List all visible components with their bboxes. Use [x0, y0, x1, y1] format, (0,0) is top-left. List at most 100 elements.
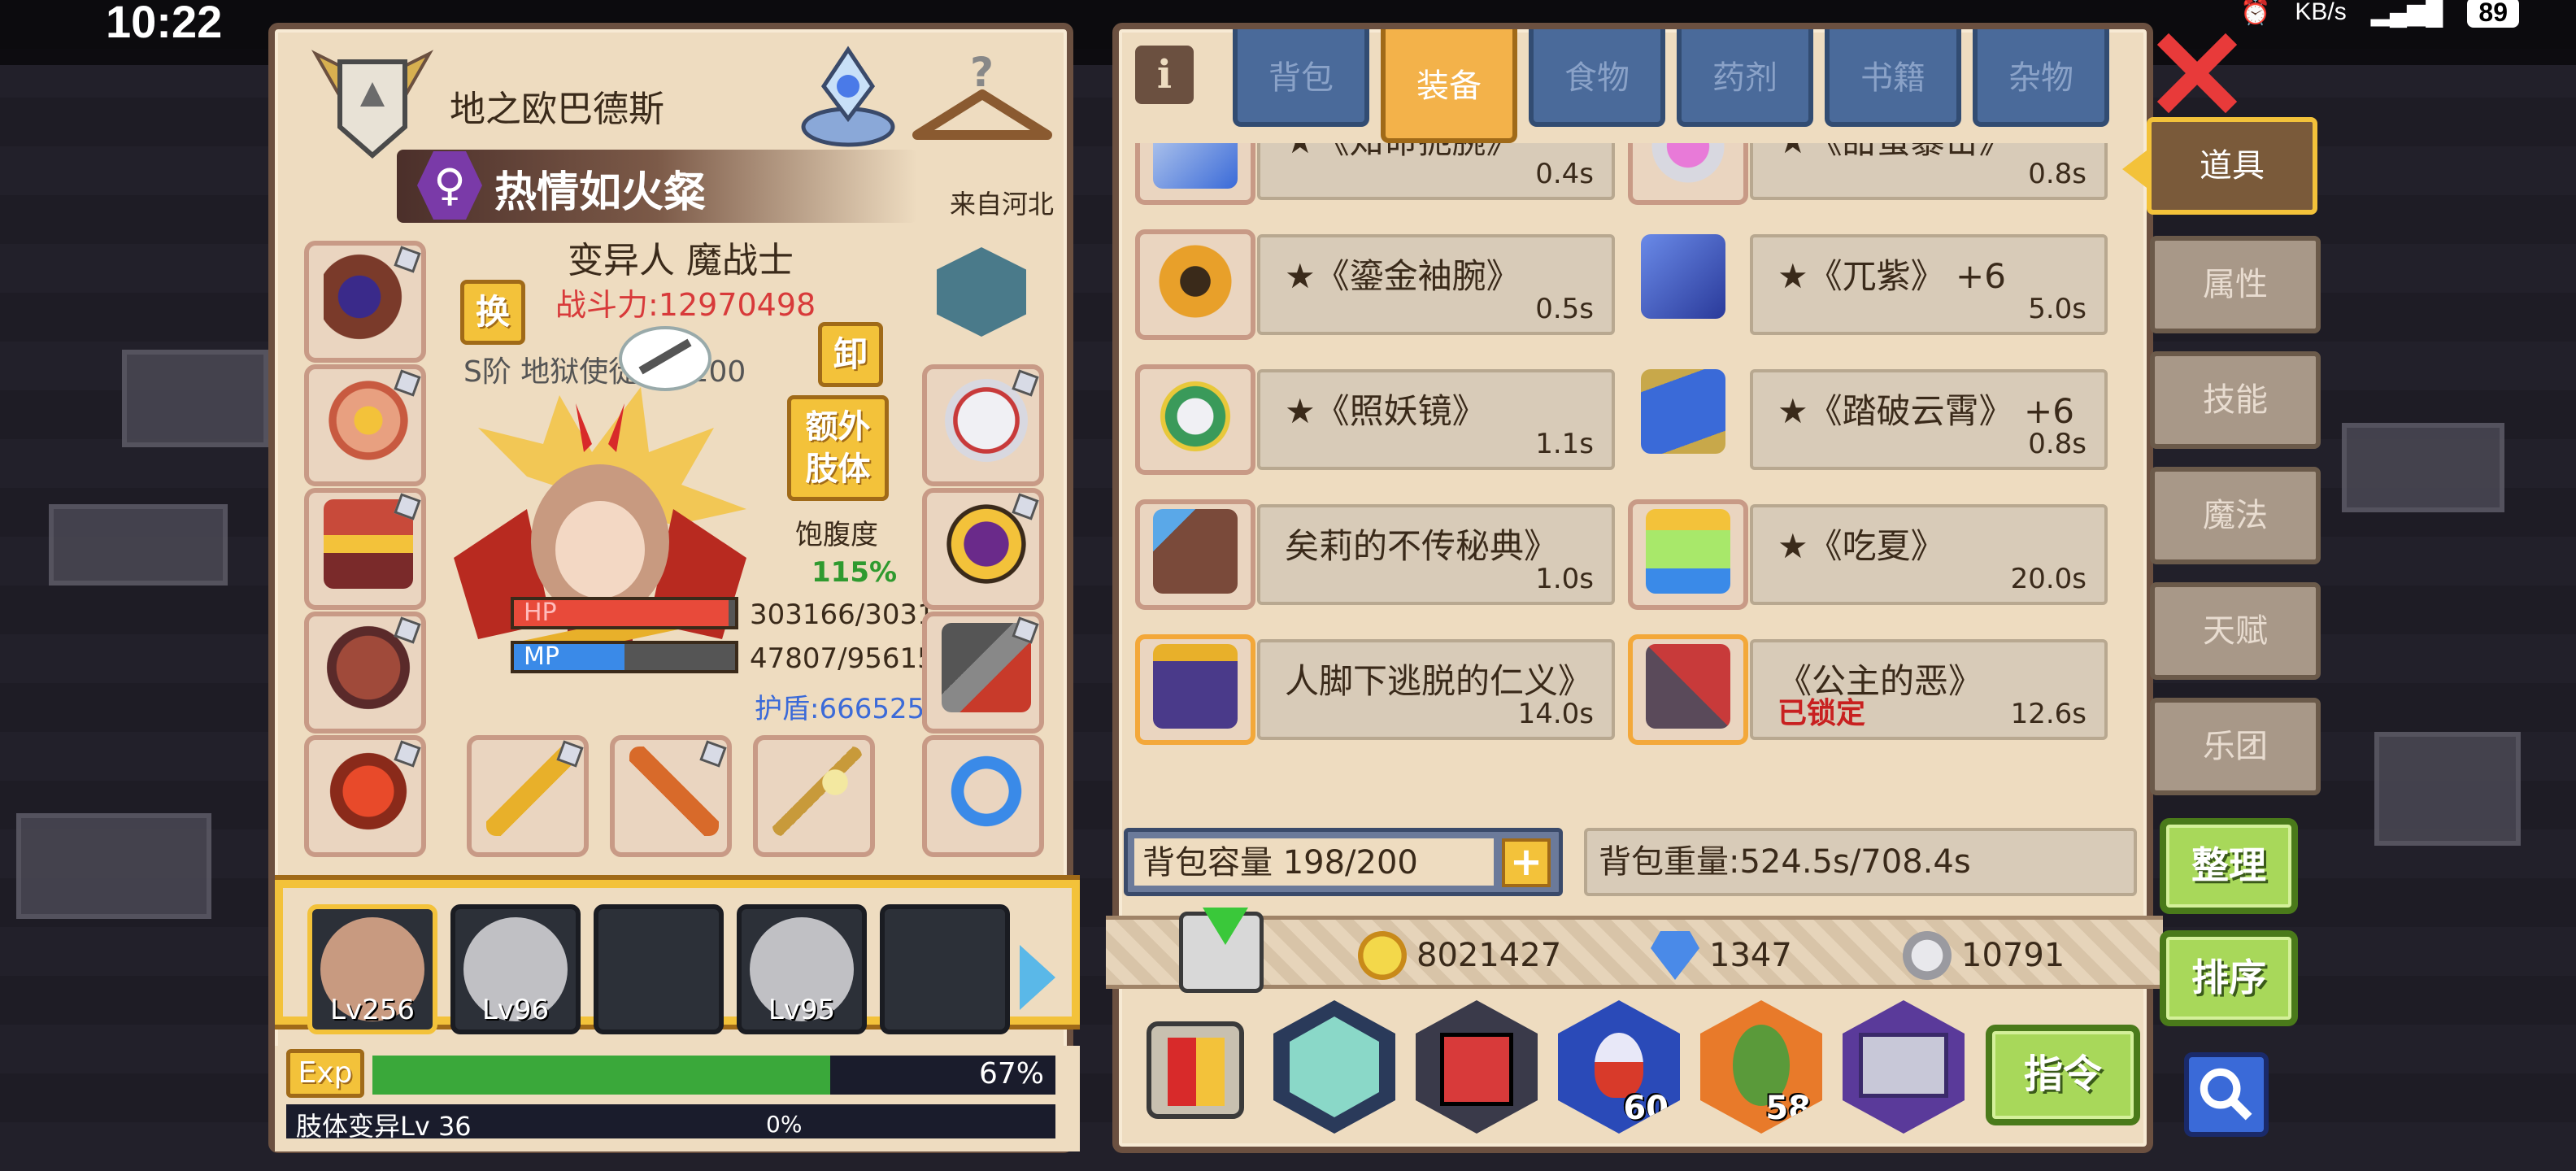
- sort-button[interactable]: 排序: [2160, 930, 2298, 1026]
- item-slot: [1628, 143, 1748, 205]
- crystal-icon[interactable]: [795, 37, 901, 151]
- combat-power: 战斗力:12970498: [555, 287, 816, 323]
- mutation-label: 肢体变异Lv 36: [296, 1111, 472, 1142]
- hotbar-gourd[interactable]: 58: [1700, 1000, 1822, 1134]
- item-slot: [1135, 364, 1255, 475]
- equip-slot-boots[interactable]: [304, 735, 426, 857]
- exp-percent: 67%: [978, 1057, 1044, 1090]
- party-member-5[interactable]: [880, 904, 1010, 1034]
- character-title: 热情如火粲: [494, 168, 707, 217]
- list-item[interactable]: ★《照妖镜》 1.1s: [1135, 356, 1619, 478]
- party-next-arrow-icon[interactable]: [1020, 945, 1055, 1010]
- download-icon[interactable]: [1179, 908, 1264, 993]
- item-info: ★《知命扼腕》 0.4s: [1257, 143, 1615, 200]
- list-item[interactable]: 《公主的恶》 12.6s 已锁定: [1628, 626, 2112, 748]
- list-item[interactable]: ★《吃夏》 20.0s: [1628, 491, 2112, 613]
- hotbar-number-block[interactable]: [1147, 1021, 1244, 1119]
- gold-currency: 8021427: [1358, 931, 1561, 980]
- close-icon[interactable]: [2156, 33, 2238, 114]
- hp-label: HP: [524, 599, 557, 627]
- item-slot: [1628, 364, 1748, 475]
- side-tab-attributes[interactable]: 属性: [2150, 236, 2321, 333]
- item-slot: [1628, 229, 1748, 340]
- hotbar-hexagram[interactable]: [1273, 1000, 1395, 1134]
- item-list: ★《知命扼腕》 0.4s ★《甜蜜暴击》 0.8s ★《鎏金袖腕》 0.5s ★…: [1135, 143, 2135, 818]
- blue-bracelet-icon: [942, 747, 1031, 836]
- experience-section: Exp 67% 肢体变异Lv 36 0%: [275, 1046, 1080, 1151]
- alarm-icon: ⏰: [2240, 0, 2271, 26]
- side-tab-skills[interactable]: 技能: [2150, 351, 2321, 449]
- search-button[interactable]: [2184, 1052, 2269, 1137]
- item-weight: 1.1s: [1535, 428, 1594, 460]
- swap-button[interactable]: 换: [460, 280, 525, 345]
- equip-slot-bracelet[interactable]: [922, 735, 1044, 857]
- side-tab-band[interactable]: 乐团: [2150, 698, 2321, 795]
- list-item[interactable]: 矣莉的不传秘典》 1.0s: [1135, 491, 1619, 613]
- tab-misc[interactable]: 杂物: [1973, 29, 2109, 127]
- list-item[interactable]: ★《鎏金袖腕》 0.5s: [1135, 221, 1619, 343]
- coat-hanger-icon[interactable]: ?: [909, 46, 1055, 151]
- party-member-2[interactable]: Lv96: [450, 904, 581, 1034]
- shield-crest-icon: [937, 247, 1026, 337]
- equip-slot-ring[interactable]: [922, 488, 1044, 610]
- inventory-tabs: 背包 装备 食物 药剂 书籍 杂物: [1233, 29, 2109, 143]
- hotbar-microwave[interactable]: [1843, 1000, 1965, 1134]
- bow-icon: [772, 747, 862, 836]
- side-tab-magic[interactable]: 魔法: [2150, 467, 2321, 564]
- extra-limb-button[interactable]: 额外 肢体: [787, 395, 889, 501]
- exp-label: Exp: [286, 1049, 364, 1098]
- hotbar-red-cube[interactable]: [1416, 1000, 1538, 1134]
- list-item[interactable]: ★《踏破云霄》 +6 0.8s: [1628, 356, 2112, 478]
- expand-bag-button[interactable]: +: [1502, 838, 1551, 887]
- equip-slot-weapon-2[interactable]: [610, 735, 732, 857]
- item-name: ★《踏破云霄》 +6: [1778, 391, 2074, 431]
- party-member-3[interactable]: [594, 904, 724, 1034]
- list-item[interactable]: ★《甜蜜暴击》 0.8s: [1628, 143, 2112, 208]
- character-panel: 地之欧巴德斯 ? ♀ 热情如火粲 来自河北 变异人 魔战士 战斗力:129704…: [268, 23, 1080, 1153]
- side-tab-talents[interactable]: 天赋: [2150, 582, 2321, 680]
- diamond-icon: [1651, 931, 1699, 980]
- side-tab-items[interactable]: 道具: [2147, 117, 2317, 215]
- tab-food[interactable]: 食物: [1529, 29, 1665, 127]
- item-info: ★《踏破云霄》 +6 0.8s: [1750, 369, 2108, 470]
- list-item[interactable]: 人脚下逃脱的仁义》 14.0s: [1135, 626, 1619, 748]
- equip-slot-weapon-1[interactable]: [467, 735, 589, 857]
- equip-slot-armor[interactable]: [304, 488, 426, 610]
- party-member-4[interactable]: Lv95: [737, 904, 867, 1034]
- satiety-value: 115%: [812, 556, 898, 589]
- party-roster: Lv256 Lv96 Lv95: [283, 888, 1072, 1034]
- item-name: 人脚下逃脱的仁义》: [1285, 661, 1593, 701]
- heart-ring-icon: [1646, 143, 1730, 189]
- character-name: 地之欧巴德斯: [450, 89, 664, 130]
- tab-equipment[interactable]: 装备: [1381, 29, 1517, 143]
- microwave-icon: [1859, 1033, 1948, 1098]
- equip-slot-gauntlet[interactable]: [922, 612, 1044, 734]
- equip-slot-weapon-3[interactable]: [753, 735, 875, 857]
- equip-slot-helmet[interactable]: [304, 241, 426, 363]
- equip-slot-gloves[interactable]: [922, 364, 1044, 486]
- signal-icon: ▂▄▆█: [2370, 0, 2443, 26]
- party-member-1[interactable]: Lv256: [307, 904, 437, 1034]
- tab-books[interactable]: 书籍: [1825, 29, 1961, 127]
- hp-value: 303166/3031: [750, 599, 935, 631]
- satiety-label: 饱腹度: [795, 519, 878, 551]
- hotbar-potion[interactable]: 60: [1558, 1000, 1680, 1134]
- bag-capacity: 背包容量 198/200 +: [1124, 828, 1563, 896]
- unequip-button[interactable]: 卸: [818, 322, 883, 387]
- tab-backpack[interactable]: 背包: [1233, 29, 1369, 127]
- item-weight: 0.4s: [1535, 158, 1594, 190]
- list-item[interactable]: ★《兀紫》 +6 5.0s: [1628, 221, 2112, 343]
- tab-potions[interactable]: 药剂: [1677, 29, 1813, 127]
- net-speed: KB/s: [2295, 0, 2347, 25]
- equip-slot-shield[interactable]: [922, 241, 1044, 363]
- command-button[interactable]: 指令: [1986, 1025, 2140, 1125]
- mirror-icon: [1153, 374, 1238, 459]
- mp-label: MP: [524, 642, 559, 671]
- organize-button[interactable]: 整理: [2160, 818, 2298, 914]
- list-item[interactable]: ★《知命扼腕》 0.4s: [1135, 143, 1619, 208]
- party-member-level: Lv256: [330, 994, 415, 1026]
- item-info: ★《吃夏》 20.0s: [1750, 504, 2108, 605]
- info-button[interactable]: i: [1135, 46, 1194, 104]
- equip-slot-amulet[interactable]: [304, 364, 426, 486]
- equip-slot-belt[interactable]: [304, 612, 426, 734]
